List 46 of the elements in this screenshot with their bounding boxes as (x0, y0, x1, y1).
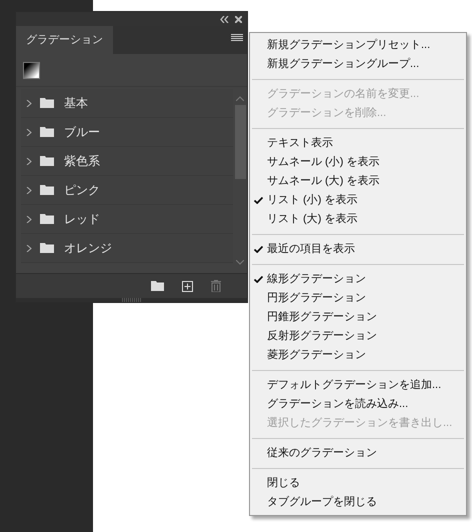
menu-item[interactable]: 反射形グラデーション (250, 327, 466, 346)
trash-icon[interactable] (211, 280, 221, 292)
menu-item[interactable]: リスト (小) を表示 (250, 191, 466, 210)
panel-menu-icon[interactable] (231, 34, 243, 42)
chevron-icon[interactable] (26, 100, 33, 106)
menu-item[interactable]: 新規グラデーションプリセット... (250, 36, 466, 55)
add-icon[interactable] (182, 280, 193, 292)
folder-icon (40, 127, 54, 137)
scrollbar-thumb[interactable] (234, 105, 246, 179)
menu-item[interactable]: 線形グラデーション (250, 270, 466, 289)
group-label: 紫色系 (64, 153, 100, 170)
chevron-icon[interactable] (26, 244, 33, 252)
chevron-icon[interactable] (26, 158, 33, 164)
folder-icon (40, 214, 54, 224)
menu-item[interactable]: 円形グラデーション (250, 289, 466, 308)
resize-grip[interactable] (122, 298, 142, 302)
menu-item[interactable]: サムネール (大) を表示 (250, 172, 466, 191)
group-label: ピンク (64, 182, 100, 199)
gradient-swatch[interactable] (23, 62, 40, 78)
panel-tab[interactable]: グラデーション (16, 26, 113, 54)
menu-item[interactable]: デフォルトグラデーションを追加... (250, 376, 466, 395)
menu-item[interactable]: グラデーションを読み込み... (250, 395, 466, 414)
chevron-icon[interactable] (26, 216, 33, 222)
menu-item[interactable]: 従来のグラデーション (250, 444, 466, 463)
menu-item[interactable]: サムネール (小) を表示 (250, 153, 466, 172)
menu-item[interactable]: タブグループを閉じる (250, 493, 466, 512)
folder-icon (40, 243, 54, 253)
group-label: 基本 (64, 95, 88, 112)
group-label: オレンジ (64, 240, 112, 257)
menu-item[interactable]: 最近の項目を表示 (250, 240, 466, 259)
menu-item[interactable]: 円錐形グラデーション (250, 308, 466, 327)
group-label: ブルー (64, 124, 100, 141)
menu-item[interactable]: 閉じる (250, 474, 466, 493)
menu-item[interactable]: 新規グラデーショングループ... (250, 55, 466, 74)
menu-item[interactable]: テキスト表示 (250, 134, 466, 153)
collapse-icon[interactable] (220, 16, 229, 22)
chevron-icon[interactable] (26, 186, 33, 194)
chevron-icon[interactable] (26, 128, 33, 136)
folder-icon[interactable] (151, 281, 164, 291)
menu-item[interactable]: 菱形グラデーション (250, 346, 466, 365)
folder-icon (40, 156, 54, 166)
close-icon[interactable] (235, 16, 242, 22)
folder-icon (40, 98, 54, 108)
menu-item[interactable]: リスト (大) を表示 (250, 210, 466, 229)
group-label: レッド (64, 211, 100, 228)
folder-icon (40, 185, 54, 195)
